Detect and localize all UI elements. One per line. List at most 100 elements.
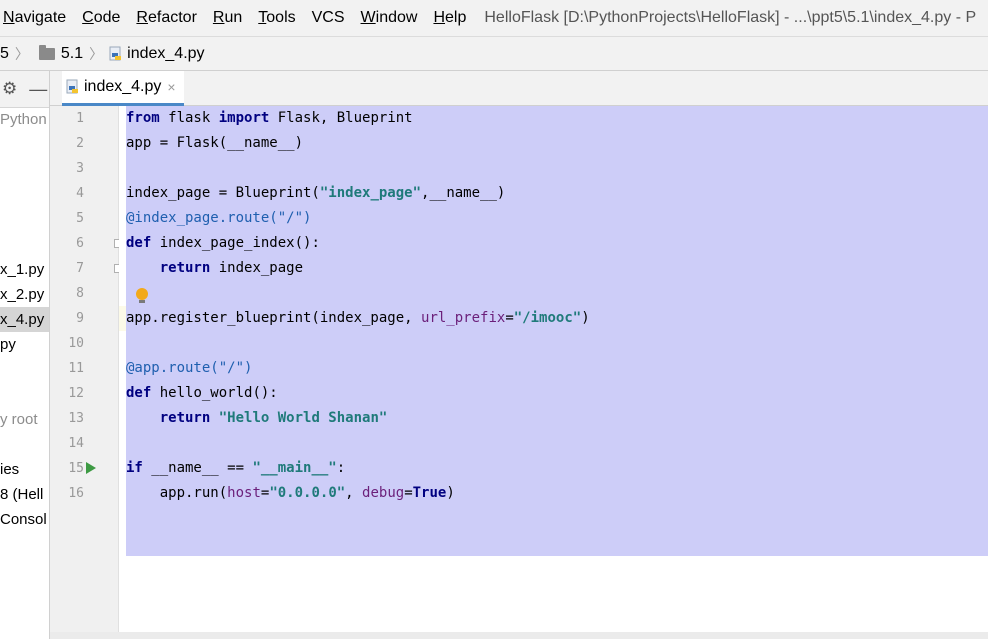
chevron-right-icon: 〉 bbox=[14, 45, 29, 62]
token: ) bbox=[446, 485, 455, 501]
mnemonic-letter: C bbox=[82, 9, 94, 26]
token: flask bbox=[159, 110, 219, 126]
code-line-4: index_page = Blueprint("index_page",__na… bbox=[126, 181, 505, 206]
tree-item-label: x_2.py bbox=[0, 286, 45, 303]
menu-label: Run bbox=[212, 9, 243, 26]
token: import bbox=[218, 110, 270, 126]
token: , bbox=[345, 485, 363, 501]
token: "/imooc" bbox=[513, 310, 582, 326]
tab-index-4-py[interactable]: index_4.py × bbox=[62, 71, 184, 106]
project-panel: ⚙ — Python x_1.py x_2.py x_4.py py y roo… bbox=[0, 71, 50, 639]
breadcrumb-label: 5.1 bbox=[60, 44, 84, 62]
line-number: 9 bbox=[76, 311, 84, 326]
gear-icon[interactable]: ⚙ bbox=[2, 79, 17, 99]
menu-navigate[interactable]: Navigate bbox=[0, 9, 74, 27]
tree-item[interactable]: x_4.py bbox=[0, 307, 49, 332]
line-number: 12 bbox=[68, 386, 84, 401]
code-line-11: @app.route("/") bbox=[126, 360, 253, 376]
hide-panel-icon[interactable]: — bbox=[29, 79, 47, 100]
token: __name__ == bbox=[142, 460, 253, 476]
tree-item-label: x_1.py bbox=[0, 261, 45, 278]
menu-refactor[interactable]: Refactor bbox=[128, 9, 204, 27]
tree-item-label: Consol bbox=[0, 511, 47, 528]
token: return bbox=[159, 260, 211, 276]
menu-bar: Navigate Code Refactor Run Tools VCS Win… bbox=[0, 0, 988, 36]
breadcrumb-item-file[interactable]: index_4.py bbox=[109, 44, 205, 63]
token: ) bbox=[581, 310, 590, 326]
token: index_page = Blueprint( bbox=[126, 185, 320, 201]
line-number: 16 bbox=[68, 486, 84, 501]
menu-help[interactable]: Help bbox=[425, 9, 474, 27]
code-line-7: return index_page bbox=[126, 256, 303, 281]
menu-label: Code bbox=[82, 9, 121, 26]
token: ,__name__) bbox=[421, 185, 506, 201]
token: url_prefix bbox=[421, 310, 506, 326]
code-line-1: from flask import Flask, Blueprint bbox=[126, 106, 413, 131]
menu-label: Window bbox=[360, 9, 418, 26]
line-number: 15 bbox=[68, 461, 84, 476]
code-line-16: app.run(host="0.0.0.0", debug=True) bbox=[126, 481, 455, 506]
line-number: 10 bbox=[68, 336, 84, 351]
code-line-13: return "Hello World Shanan" bbox=[126, 406, 388, 431]
token: app.register_blueprint(index_page, bbox=[126, 310, 422, 326]
token: True bbox=[412, 485, 447, 501]
code-editor[interactable]: from flask import Flask, Blueprint app =… bbox=[119, 106, 988, 639]
mnemonic-letter: H bbox=[433, 9, 446, 26]
tree-item[interactable]: x_1.py bbox=[0, 257, 49, 282]
menu-label: Help bbox=[433, 9, 467, 26]
tree-item-label: py bbox=[0, 336, 16, 353]
mnemonic-letter: R bbox=[212, 9, 225, 26]
selection-highlight bbox=[126, 531, 988, 556]
tree-item[interactable]: Python bbox=[0, 107, 49, 132]
breadcrumb-item-ppt5[interactable]: 5 bbox=[0, 45, 9, 63]
mnemonic-letter: N bbox=[3, 9, 15, 26]
tab-label: index_4.py bbox=[84, 78, 162, 95]
line-number: 5 bbox=[76, 211, 84, 226]
menu-label: Refactor bbox=[136, 9, 197, 26]
tree-item[interactable]: ies bbox=[0, 457, 49, 482]
menu-window[interactable]: Window bbox=[353, 9, 426, 27]
project-panel-toolbar: ⚙ — bbox=[0, 71, 49, 108]
token: return bbox=[159, 410, 211, 426]
token: index_page bbox=[210, 260, 304, 276]
breadcrumb-label: index_4.py bbox=[127, 44, 205, 62]
tree-item[interactable]: 8 (Hell bbox=[0, 482, 49, 507]
lightbulb-icon[interactable] bbox=[136, 288, 148, 303]
line-number: 14 bbox=[68, 436, 84, 451]
menu-label: Navigate bbox=[3, 9, 67, 26]
run-icon[interactable] bbox=[86, 462, 96, 474]
menu-code[interactable]: Code bbox=[74, 9, 128, 27]
tree-item[interactable]: x_2.py bbox=[0, 282, 49, 307]
chevron-right-icon: 〉 bbox=[89, 45, 104, 62]
tree-item[interactable]: Consol bbox=[0, 507, 49, 532]
breadcrumb-item-folder[interactable]: 5.1 bbox=[35, 44, 84, 63]
token: "0.0.0.0" bbox=[269, 485, 346, 501]
token: = bbox=[505, 310, 514, 326]
horizontal-scrollbar[interactable] bbox=[50, 632, 988, 639]
tree-item-label: 8 (Hell bbox=[0, 486, 44, 503]
tree-item[interactable]: py bbox=[0, 332, 49, 357]
tree-item-label: y root bbox=[0, 411, 38, 428]
mnemonic-letter: W bbox=[360, 9, 376, 26]
code-line-2: app = Flask(__name__) bbox=[126, 135, 304, 151]
token: debug bbox=[362, 485, 405, 501]
mnemonic-letter: R bbox=[136, 9, 148, 26]
editor-tab-bar: index_4.py × bbox=[50, 71, 988, 106]
close-icon[interactable]: × bbox=[167, 79, 175, 95]
tree-item[interactable]: y root bbox=[0, 407, 49, 432]
line-number: 1 bbox=[76, 111, 84, 126]
code-line-6: def index_page_index(): bbox=[126, 231, 320, 256]
line-number: 8 bbox=[76, 286, 84, 301]
line-number: 6 bbox=[76, 236, 84, 251]
token: Flask, Blueprint bbox=[269, 110, 413, 126]
token: from bbox=[126, 110, 160, 126]
token: index_page_index(): bbox=[151, 235, 320, 251]
menu-vcs[interactable]: VCS bbox=[304, 9, 353, 27]
token: def bbox=[126, 385, 152, 401]
line-number: 2 bbox=[76, 136, 84, 151]
menu-run[interactable]: Run bbox=[205, 9, 250, 27]
menu-tools[interactable]: Tools bbox=[250, 9, 303, 27]
